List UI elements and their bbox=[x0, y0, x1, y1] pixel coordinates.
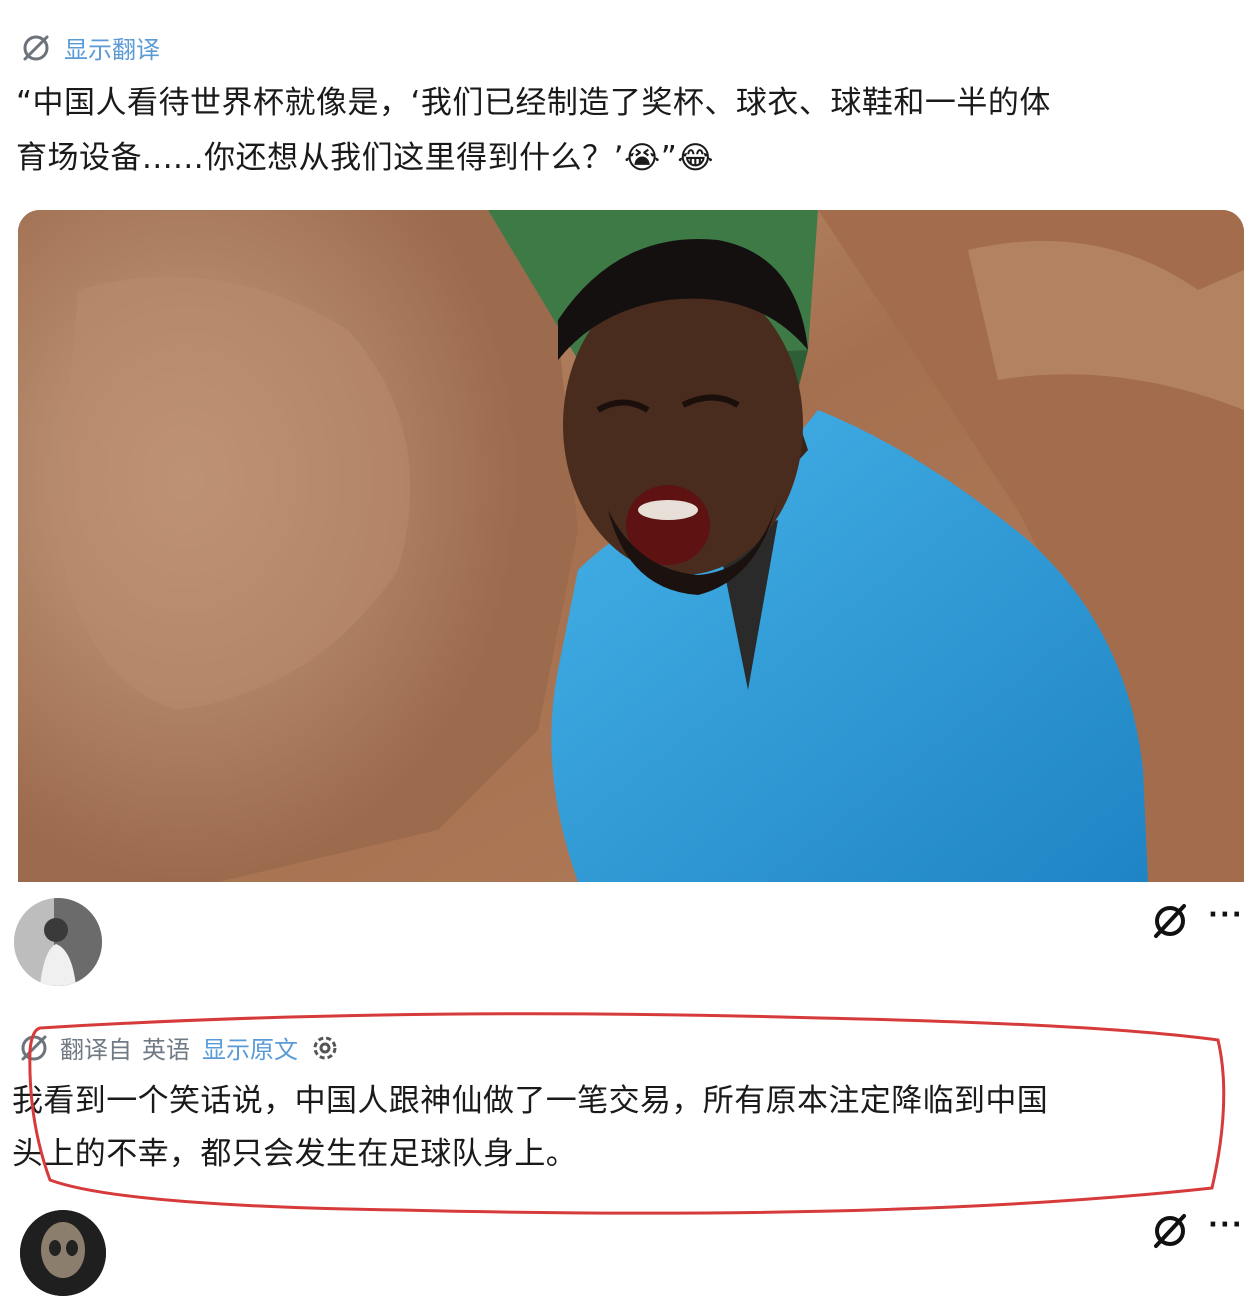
user-avatar[interactable] bbox=[14, 898, 102, 986]
laughing-emoji: 😂 bbox=[677, 140, 715, 176]
more-dots-icon[interactable]: ··· bbox=[1208, 1210, 1244, 1240]
post-image[interactable] bbox=[18, 210, 1244, 882]
crying-emoji: 😭 bbox=[623, 140, 661, 176]
avatar-image bbox=[14, 898, 102, 986]
show-translation-link[interactable]: 显示翻译 bbox=[64, 30, 160, 65]
translate-icon[interactable] bbox=[1150, 900, 1190, 940]
crying-man-photo bbox=[18, 210, 1244, 882]
red-highlight-annotation bbox=[28, 1012, 1226, 1215]
translate-icon bbox=[20, 32, 52, 64]
user-avatar[interactable] bbox=[20, 1210, 106, 1296]
avatar-image bbox=[20, 1210, 106, 1296]
post-text: “中国人看待世界杯就像是，‘我们已经制造了奖杯、球衣、球鞋和一半的体 育场设备.… bbox=[16, 76, 1236, 186]
post-text-line-1: “中国人看待世界杯就像是，‘我们已经制造了奖杯、球衣、球鞋和一半的体 bbox=[16, 85, 1051, 121]
show-translation-row[interactable]: 显示翻译 bbox=[20, 30, 160, 65]
post-text-line-2: 育场设备......你还想从我们这里得到什么？’😭”😂 bbox=[16, 140, 715, 176]
translate-icon[interactable] bbox=[1150, 1210, 1190, 1250]
more-dots-icon[interactable]: ··· bbox=[1208, 900, 1244, 930]
